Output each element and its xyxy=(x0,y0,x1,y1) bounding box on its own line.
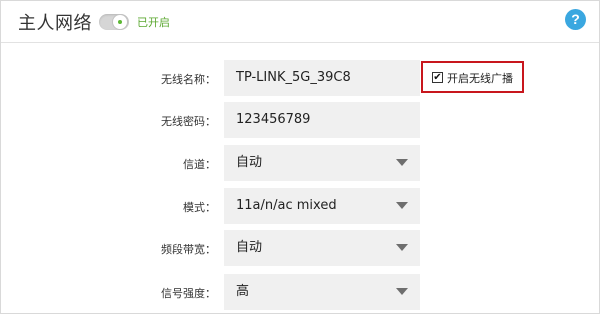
mode-label: 模式： xyxy=(183,201,216,214)
tx-power-select[interactable]: 高 xyxy=(224,274,420,310)
tx-power-value: 高 xyxy=(236,284,250,299)
toggle-status-label: 已开启 xyxy=(137,16,170,29)
broadcast-highlight: ✔ 开启无线广播 xyxy=(421,61,524,93)
ssid-label: 无线名称： xyxy=(161,73,216,86)
bandwidth-label: 频段带宽： xyxy=(161,243,216,256)
channel-label: 信道： xyxy=(183,158,216,171)
mode-select[interactable]: 11a/n/ac mixed xyxy=(224,188,420,224)
toggle-knob[interactable] xyxy=(112,14,128,30)
broadcast-label[interactable]: 开启无线广播 xyxy=(447,70,513,86)
bandwidth-select[interactable]: 自动 xyxy=(224,230,420,266)
page-title: 主人网络 xyxy=(18,13,92,34)
broadcast-checkbox[interactable]: ✔ xyxy=(432,72,443,83)
panel-header: 主人网络 已开启 ? xyxy=(1,1,599,43)
tx-power-label: 信号强度： xyxy=(161,287,216,300)
channel-select[interactable]: 自动 xyxy=(224,145,420,181)
ssid-input[interactable]: TP-LINK_5G_39C8 xyxy=(224,60,420,96)
chevron-down-icon[interactable] xyxy=(396,202,408,209)
chevron-down-icon[interactable] xyxy=(396,288,408,295)
password-label: 无线密码： xyxy=(161,115,216,128)
help-icon[interactable]: ? xyxy=(565,9,586,30)
chevron-down-icon[interactable] xyxy=(396,159,408,166)
password-input[interactable]: 123456789 xyxy=(224,102,420,138)
main-network-panel: 主人网络 已开启 ? 无线名称： TP-LINK_5G_39C8 ✔ 开启无线广… xyxy=(0,0,600,314)
network-enable-toggle[interactable] xyxy=(99,14,129,30)
mode-value: 11a/n/ac mixed xyxy=(236,198,337,213)
chevron-down-icon[interactable] xyxy=(396,244,408,251)
bandwidth-value: 自动 xyxy=(236,240,263,255)
channel-value: 自动 xyxy=(236,155,263,170)
